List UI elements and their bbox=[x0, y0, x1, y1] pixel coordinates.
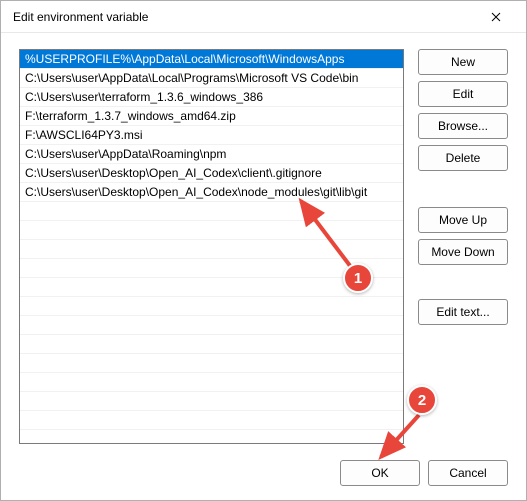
path-entry bbox=[20, 297, 403, 316]
path-entry[interactable]: C:\Users\user\AppData\Roaming\npm bbox=[20, 145, 403, 164]
path-entry bbox=[20, 202, 403, 221]
delete-button[interactable]: Delete bbox=[418, 145, 508, 171]
titlebar: Edit environment variable bbox=[1, 1, 526, 33]
move-up-button[interactable]: Move Up bbox=[418, 207, 508, 233]
side-buttons: New Edit Browse... Delete Move Up Move D… bbox=[418, 49, 508, 450]
path-entry bbox=[20, 373, 403, 392]
move-down-button[interactable]: Move Down bbox=[418, 239, 508, 265]
path-listbox[interactable]: %USERPROFILE%\AppData\Local\Microsoft\Wi… bbox=[19, 49, 404, 444]
path-entry bbox=[20, 392, 403, 411]
path-entry[interactable]: C:\Users\user\Desktop\Open_AI_Codex\node… bbox=[20, 183, 403, 202]
path-entry bbox=[20, 411, 403, 430]
close-button[interactable] bbox=[476, 3, 516, 31]
ok-button[interactable]: OK bbox=[340, 460, 420, 486]
path-entry[interactable]: %USERPROFILE%\AppData\Local\Microsoft\Wi… bbox=[20, 50, 403, 69]
path-entry[interactable]: C:\Users\user\terraform_1.3.6_windows_38… bbox=[20, 88, 403, 107]
spacer bbox=[418, 177, 508, 201]
edit-button[interactable]: Edit bbox=[418, 81, 508, 107]
path-entry bbox=[20, 259, 403, 278]
new-button[interactable]: New bbox=[418, 49, 508, 75]
window-title: Edit environment variable bbox=[13, 10, 476, 24]
spacer bbox=[418, 271, 508, 293]
dialog-body: %USERPROFILE%\AppData\Local\Microsoft\Wi… bbox=[1, 33, 526, 500]
path-entry bbox=[20, 316, 403, 335]
path-entry bbox=[20, 335, 403, 354]
path-entry[interactable]: F:\AWSCLI64PY3.msi bbox=[20, 126, 403, 145]
path-entry[interactable]: C:\Users\user\Desktop\Open_AI_Codex\clie… bbox=[20, 164, 403, 183]
path-entry[interactable]: F:\terraform_1.3.7_windows_amd64.zip bbox=[20, 107, 403, 126]
bottom-buttons: OK Cancel bbox=[340, 460, 508, 486]
edit-env-var-window: Edit environment variable %USERPROFILE%\… bbox=[0, 0, 527, 501]
path-entry[interactable]: C:\Users\user\AppData\Local\Programs\Mic… bbox=[20, 69, 403, 88]
path-entry bbox=[20, 278, 403, 297]
path-entry bbox=[20, 354, 403, 373]
browse-button[interactable]: Browse... bbox=[418, 113, 508, 139]
path-entry bbox=[20, 221, 403, 240]
cancel-button[interactable]: Cancel bbox=[428, 460, 508, 486]
close-icon bbox=[491, 12, 501, 22]
edit-text-button[interactable]: Edit text... bbox=[418, 299, 508, 325]
path-entry bbox=[20, 240, 403, 259]
